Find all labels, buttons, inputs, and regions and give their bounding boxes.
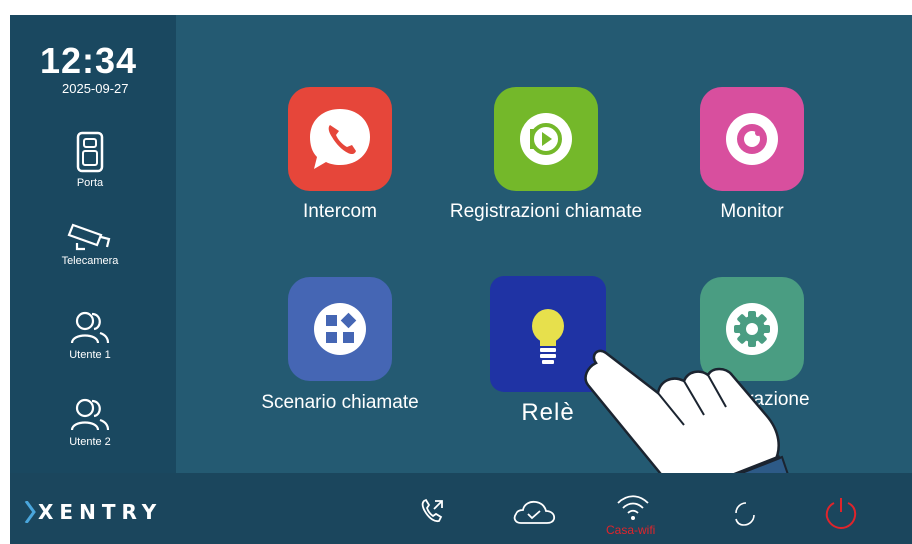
grid-apps-icon — [314, 303, 366, 355]
device-screen: 12:34 2025-09-27 Porta Telecamera Utente… — [10, 15, 912, 544]
sidebar-item-label: Utente 2 — [69, 436, 111, 448]
phone-bubble-icon — [310, 109, 370, 169]
sidebar-item-utente-1[interactable]: Utente 1 — [50, 311, 130, 361]
registrazioni-app-button[interactable] — [494, 87, 598, 191]
wifi-icon[interactable] — [616, 493, 650, 523]
camera-icon — [67, 223, 111, 251]
clock-time: 12:34 — [40, 40, 138, 81]
door-icon — [76, 131, 104, 173]
sidebar-item-utente-2[interactable]: Utente 2 — [50, 398, 130, 448]
users-icon — [70, 311, 110, 344]
intercom-label: Intercom — [303, 201, 377, 222]
intercom-app-button[interactable] — [288, 87, 392, 191]
wifi-network-label: Casa-wifi — [606, 523, 656, 537]
app-grid: Intercom Registrazioni chiamate Monitor — [176, 15, 912, 544]
xentry-logo: XENTRY — [24, 501, 162, 523]
monitor-app-button[interactable] — [700, 87, 804, 191]
scenario-app-button[interactable] — [288, 277, 392, 381]
sidebar-item-porta[interactable]: Porta — [50, 131, 130, 189]
power-icon[interactable] — [823, 495, 859, 531]
call-log-icon[interactable] — [418, 497, 446, 525]
sidebar: 12:34 2025-09-27 Porta Telecamera Utente… — [10, 15, 176, 473]
svg-text:XENTRY: XENTRY — [38, 501, 162, 523]
scenario-label: Scenario chiamate — [261, 392, 419, 413]
clock-date: 2025-09-27 — [62, 81, 129, 96]
monitor-label: Monitor — [720, 201, 784, 222]
sidebar-item-label: Utente 1 — [69, 349, 111, 361]
sidebar-item-telecamera[interactable]: Telecamera — [50, 221, 130, 267]
bottom-bar: XENTRY — [10, 473, 912, 544]
sidebar-item-label: Telecamera — [61, 255, 119, 267]
play-record-icon — [520, 113, 572, 165]
sidebar-item-label: Porta — [76, 177, 104, 189]
users-icon — [70, 398, 110, 431]
refresh-icon[interactable] — [732, 501, 758, 527]
cloud-check-icon[interactable] — [511, 499, 557, 527]
registrazioni-label: Registrazioni chiamate — [449, 201, 643, 222]
eye-icon — [726, 113, 778, 165]
